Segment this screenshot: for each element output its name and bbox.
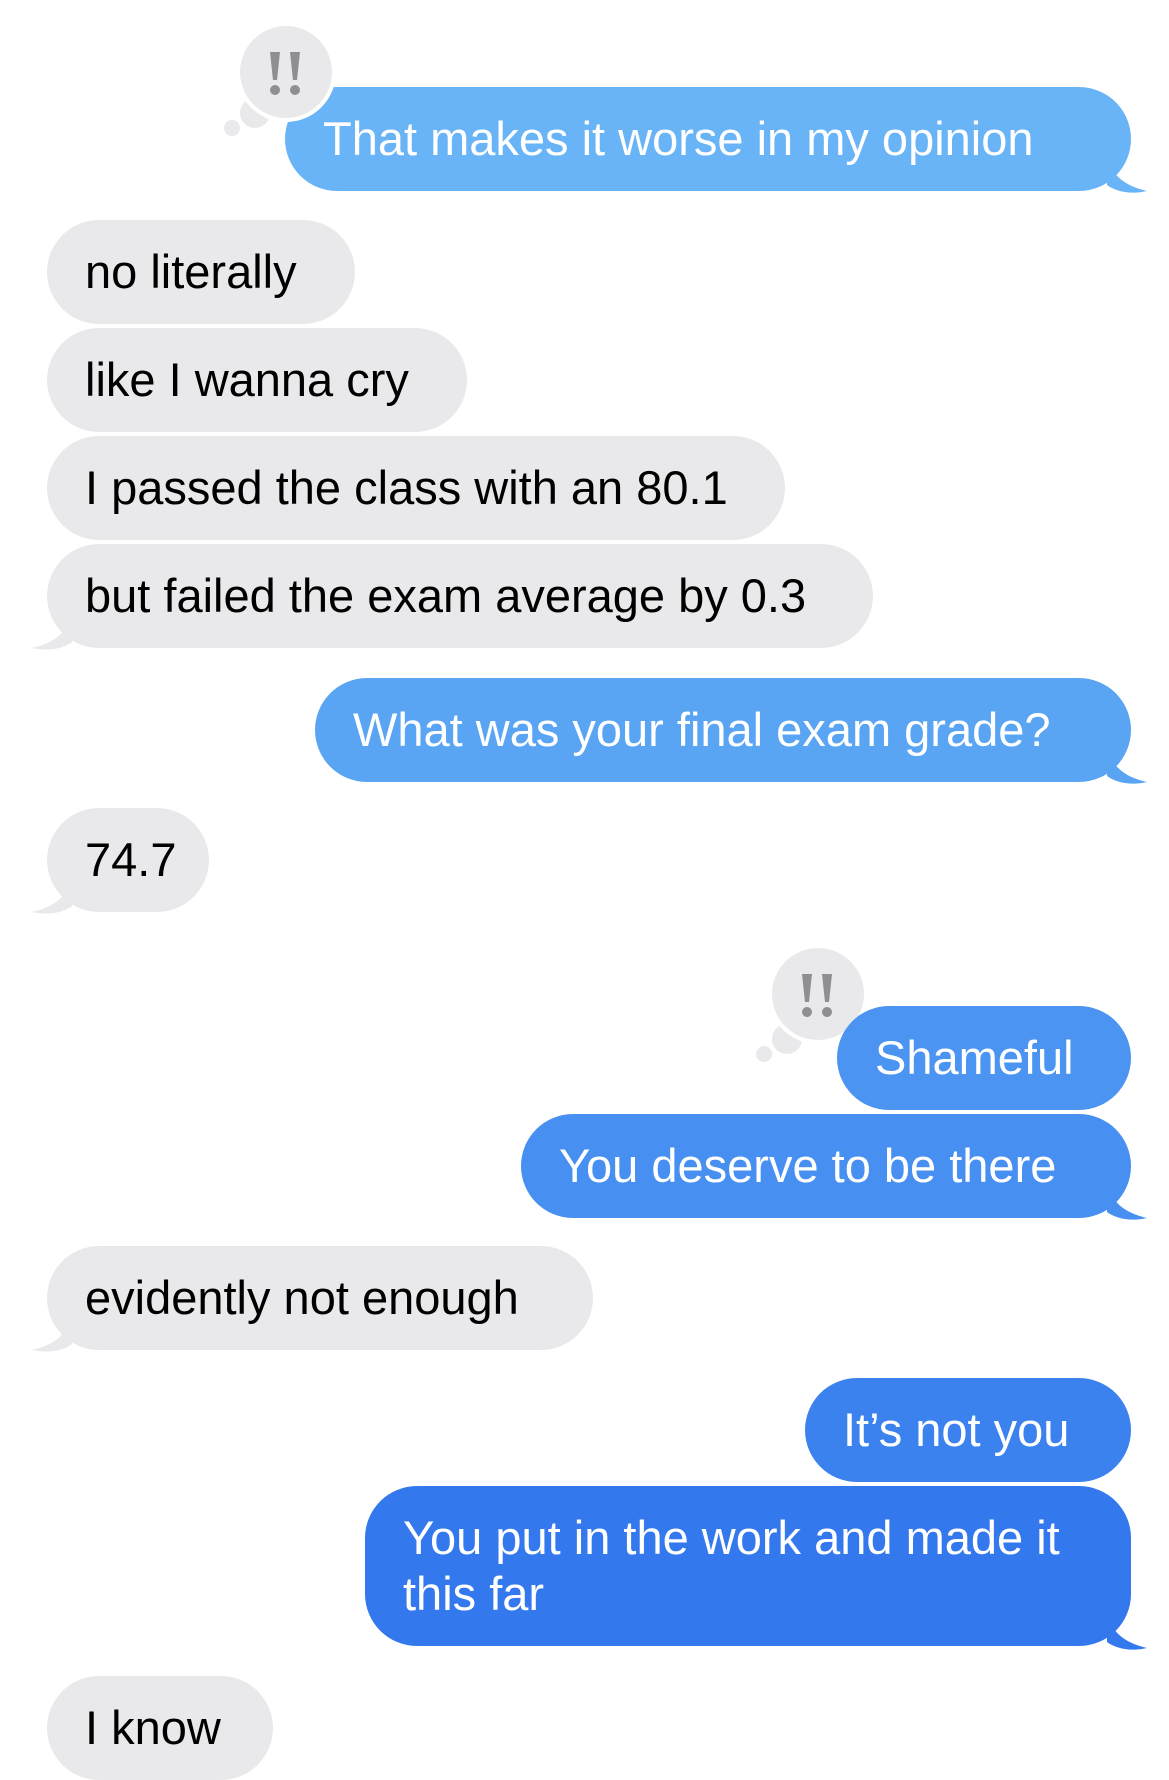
double-exclamation-icon xyxy=(802,974,832,1017)
message-bubble-outgoing[interactable]: That makes it worse in my opinion xyxy=(285,87,1131,191)
message-bubble-incoming[interactable]: no literally xyxy=(47,220,355,324)
exclamation-tapback[interactable] xyxy=(236,22,336,122)
message-bubble-incoming[interactable]: I passed the class with an 80.1 xyxy=(47,436,785,540)
message-bubble-outgoing[interactable]: You put in the work and made it this far xyxy=(365,1486,1131,1646)
message-bubble-outgoing[interactable]: It’s not you xyxy=(805,1378,1131,1482)
bubble-tail xyxy=(32,612,72,650)
double-exclamation-icon xyxy=(270,52,300,95)
message-bubble-incoming[interactable]: like I wanna cry xyxy=(47,328,467,432)
bubble-tail xyxy=(32,876,72,914)
message-thread: That makes it worse in my opinion no lit… xyxy=(0,0,1169,1780)
tapback-dot xyxy=(224,120,240,136)
message-bubble-outgoing[interactable]: You deserve to be there xyxy=(521,1114,1131,1218)
bubble-tail xyxy=(32,1314,72,1352)
bubble-tail xyxy=(1107,1182,1147,1220)
message-bubble-incoming[interactable]: evidently not enough xyxy=(47,1246,593,1350)
tapback-dot xyxy=(756,1046,772,1062)
bubble-tail xyxy=(1107,1612,1147,1650)
message-bubble-outgoing[interactable]: What was your final exam grade? xyxy=(315,678,1131,782)
message-bubble-incoming[interactable]: but failed the exam average by 0.3 xyxy=(47,544,873,648)
bubble-tail xyxy=(1107,155,1147,193)
bubble-tail xyxy=(1107,746,1147,784)
message-bubble-incoming[interactable]: I know xyxy=(47,1676,273,1780)
message-bubble-outgoing[interactable]: Shameful xyxy=(837,1006,1131,1110)
